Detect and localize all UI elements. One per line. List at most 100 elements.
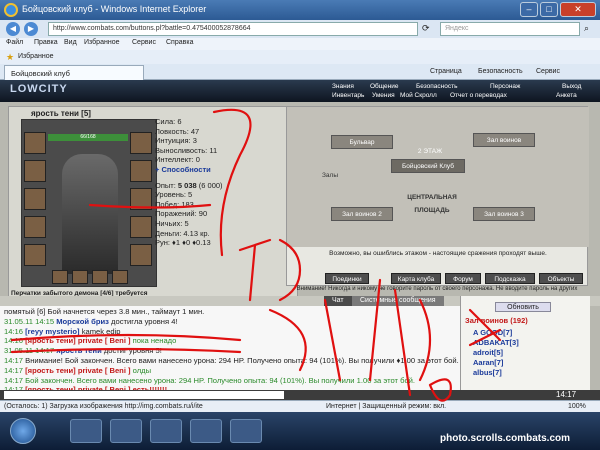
stat-str: Сила: 6	[155, 117, 182, 126]
map-label[interactable]: Зал воинов 3	[473, 207, 535, 221]
equip-slot[interactable]	[130, 188, 152, 210]
equip-slot[interactable]	[130, 160, 152, 182]
menu-item[interactable]: Файл	[6, 39, 23, 46]
equip-slot[interactable]	[24, 216, 46, 238]
equip-slot[interactable]	[24, 188, 46, 210]
chat-line: 31.05.11 14:15 Морской бриз достигла уро…	[4, 317, 456, 327]
online-user[interactable]: Aaran[7]	[473, 358, 503, 367]
ring-slot[interactable]	[92, 270, 108, 284]
chat-segment: Морской бриз	[56, 316, 109, 326]
top-menu-item[interactable]: Общение	[370, 83, 399, 90]
menu-item[interactable]: Вид	[64, 39, 77, 46]
sub-menu-item[interactable]: Мой Скролл	[400, 92, 437, 99]
map-button[interactable]: Подсказка	[485, 273, 535, 284]
top-menu-item[interactable]: Персонаж	[490, 83, 520, 90]
menu-item[interactable]: Справка	[166, 39, 193, 46]
chat-segment: 14:17	[4, 355, 26, 365]
refresh-button[interactable]: Обновить	[495, 302, 551, 312]
taskbar-app[interactable]	[150, 419, 182, 443]
menu-item[interactable]: Правка	[34, 39, 58, 46]
sub-menu-item[interactable]: Анкета	[556, 92, 577, 99]
map-label[interactable]: Зал воинов	[473, 133, 535, 147]
tab-chat[interactable]: Чат	[324, 296, 352, 306]
character-figure	[62, 154, 118, 274]
map-button[interactable]: Поединки	[325, 273, 369, 284]
cmd-security[interactable]: Безопасность	[478, 68, 523, 75]
equip-slot[interactable]	[130, 216, 152, 238]
map-label[interactable]: Бойцовский Клуб	[391, 159, 465, 173]
top-menu-item[interactable]: Безопасность	[416, 83, 457, 90]
map-button[interactable]: Объекты	[539, 273, 583, 284]
ring-slot[interactable]	[52, 270, 68, 284]
top-menu-item[interactable]: Выход	[562, 83, 581, 90]
hp-bar: 66/168	[48, 134, 128, 141]
ring-slot[interactable]	[72, 270, 88, 284]
online-user[interactable]: ADBAKAT[3]	[473, 338, 519, 347]
tab-system[interactable]: Системные сообщения	[352, 296, 444, 306]
equip-slot[interactable]	[24, 244, 46, 266]
map-button[interactable]: Форум	[445, 273, 481, 284]
game-clock: 14:17	[556, 390, 577, 399]
chat-segment: 14:16	[4, 326, 26, 336]
online-user[interactable]: A GOOD[7]	[473, 328, 512, 337]
taskbar-app[interactable]	[190, 419, 222, 443]
chat-segment: пока ненадо	[130, 336, 177, 346]
top-menu-item[interactable]: Знания	[332, 83, 354, 90]
equip-slot[interactable]	[24, 160, 46, 182]
chat-segment: [reyy mysterio]	[25, 326, 80, 336]
chat-log: помятый [6] Бой начнется через 3.8 мин.,…	[0, 306, 460, 390]
start-button[interactable]	[10, 418, 36, 444]
map-label[interactable]: Зал воинов 2	[331, 207, 393, 221]
menu-item[interactable]: Сервис	[132, 39, 156, 46]
search-icon[interactable]: ⌕	[584, 23, 589, 34]
stat-end: Выносливость: 11	[155, 145, 218, 155]
cmd-tools[interactable]: Сервис	[536, 68, 560, 75]
minimize-button[interactable]: –	[520, 2, 538, 17]
map-label[interactable]: Бульвар	[331, 135, 393, 149]
map-button[interactable]: Карта клуба	[391, 273, 441, 284]
chat-segment: Внимание! Бой закончен. Всего вами нанес…	[25, 355, 459, 365]
ring-slot[interactable]	[112, 270, 128, 284]
menu-item[interactable]: Избранное	[84, 39, 119, 46]
taskbar-app[interactable]	[110, 419, 142, 443]
sub-menu-item[interactable]: Умения	[372, 92, 395, 99]
forward-icon[interactable]: ▶	[24, 22, 38, 36]
info-level: Уровень: 5	[155, 190, 193, 200]
refresh-icon[interactable]: ⟳	[422, 23, 430, 34]
security-zone: Интернет | Защищенный режим: вкл.	[326, 403, 447, 410]
chat-segment: kamek edip	[79, 326, 121, 336]
chat-segment: 31.05.11 14:17	[4, 346, 57, 356]
online-user[interactable]: albus[7]	[473, 368, 502, 377]
club-map: Бульвар Зал воинов Залы Бойцовский Клуб …	[287, 107, 589, 247]
maximize-button[interactable]: □	[540, 2, 558, 17]
equip-slot[interactable]	[24, 132, 46, 154]
sub-menu-item[interactable]: Инвентарь	[332, 92, 364, 99]
back-icon[interactable]: ◀	[6, 22, 20, 36]
chat-segment: [ярость тени] private [ Beni ]	[25, 336, 131, 346]
equip-slot[interactable]	[130, 244, 152, 266]
cmd-page[interactable]: Страница	[430, 68, 462, 75]
close-button[interactable]: ✕	[560, 2, 596, 17]
ie-icon	[4, 3, 18, 17]
game-area: LOWCITY Знания Общение Безопасность Перс…	[0, 80, 600, 400]
star-icon[interactable]: ★	[6, 52, 14, 63]
chat-input[interactable]	[4, 391, 284, 399]
zoom-level[interactable]: 100%	[568, 403, 586, 410]
menu-bar: Файл Правка Вид Избранное Сервис Справка	[0, 38, 600, 50]
stat-int: Интуиция: 3	[155, 136, 197, 146]
favorites-button[interactable]: Избранное	[18, 53, 53, 60]
chat-line: 14:16 [ярость тени] private [ Beni ] пок…	[4, 336, 456, 346]
online-user[interactable]: adroit[5]	[473, 348, 503, 357]
address-row: ◀ ▶ http://www.combats.com/buttons.pl?ba…	[0, 20, 600, 38]
taskbar-app[interactable]	[230, 419, 262, 443]
search-input[interactable]: Яндекс	[440, 22, 580, 36]
address-field[interactable]: http://www.combats.com/buttons.pl?battle…	[48, 22, 418, 36]
sub-menu-item[interactable]: Отчет о переводах	[450, 92, 507, 99]
tab-combats[interactable]: Бойцовский клуб	[4, 65, 144, 80]
equip-slot[interactable]	[130, 132, 152, 154]
rune-row: Рун: ♦1 ♦0 ♦0.13	[155, 238, 211, 248]
game-header: LOWCITY Знания Общение Безопасность Перс…	[0, 80, 600, 102]
chat-segment: 14:17	[4, 375, 26, 385]
taskbar-app[interactable]	[70, 419, 102, 443]
skills-link[interactable]: + Способности	[155, 165, 295, 175]
